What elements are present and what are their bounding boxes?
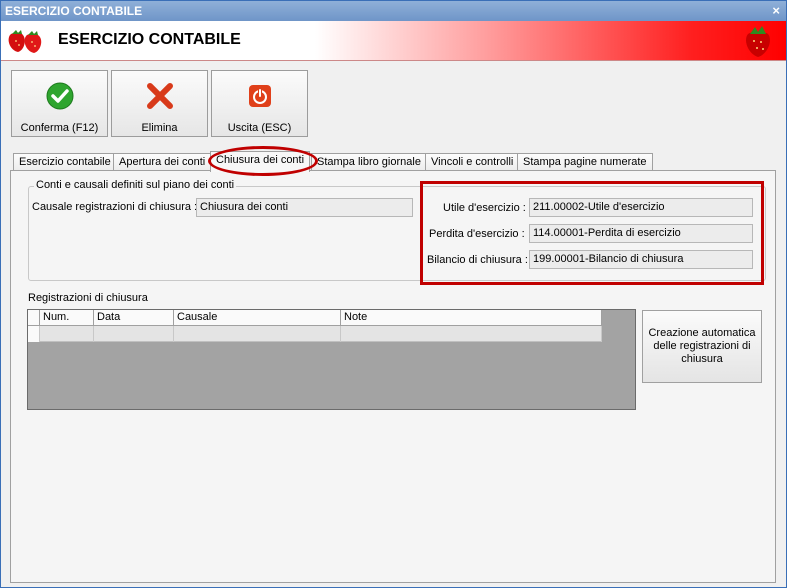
cell-causale[interactable] xyxy=(174,326,341,342)
tab-chiusura-dei-conti[interactable]: Chiusura dei conti xyxy=(210,151,311,172)
header-title: ESERCIZIO CONTABILE xyxy=(58,31,241,48)
title-bar: ESERCIZIO CONTABILE × xyxy=(1,1,786,21)
utile-field[interactable]: 211.00002-Utile d'esercizio xyxy=(529,198,753,217)
delete-label: Elimina xyxy=(141,122,178,134)
main-window: ESERCIZIO CONTABILE × ESERCIZIO CONTABIL… xyxy=(0,0,787,588)
cell-num[interactable] xyxy=(40,326,94,342)
red-x-icon xyxy=(147,83,173,109)
create-registrations-button[interactable]: Creazione automatica delle registrazioni… xyxy=(642,310,762,383)
exit-button[interactable]: Uscita (ESC) xyxy=(211,70,308,137)
check-circle-icon xyxy=(46,82,74,110)
power-icon xyxy=(249,85,271,107)
grid-row-selector-header xyxy=(28,310,40,326)
strawberry-logo-icon xyxy=(8,30,42,53)
grid-header: Num. Data Causale Note xyxy=(28,310,602,326)
column-header-num[interactable]: Num. xyxy=(40,310,94,326)
strawberry-icon xyxy=(746,26,770,57)
registrazioni-title: Registrazioni di chiusura xyxy=(28,292,148,304)
row-selector[interactable] xyxy=(28,326,40,342)
bilancio-field[interactable]: 199.00001-Bilancio di chiusura xyxy=(529,250,753,269)
table-row[interactable] xyxy=(28,326,602,342)
column-header-causale[interactable]: Causale xyxy=(174,310,341,326)
delete-button[interactable]: Elimina xyxy=(111,70,208,137)
column-header-note[interactable]: Note xyxy=(341,310,602,326)
column-header-data[interactable]: Data xyxy=(94,310,174,326)
window-title: ESERCIZIO CONTABILE xyxy=(5,4,143,18)
confirm-label: Conferma (F12) xyxy=(20,122,99,134)
cell-note[interactable] xyxy=(341,326,602,342)
close-icon[interactable]: × xyxy=(772,1,780,21)
perdita-label: Perdita d'esercizio : xyxy=(429,228,525,240)
cell-data[interactable] xyxy=(94,326,174,342)
causale-field[interactable]: Chiusura dei conti xyxy=(196,198,413,217)
perdita-field[interactable]: 114.00001-Perdita di esercizio xyxy=(529,224,753,243)
bilancio-label: Bilancio di chiusura : xyxy=(427,254,528,266)
utile-label: Utile d'esercizio : xyxy=(443,202,526,214)
header-banner: ESERCIZIO CONTABILE xyxy=(1,21,786,61)
registrazioni-grid[interactable]: Num. Data Causale Note xyxy=(27,309,636,410)
confirm-button[interactable]: Conferma (F12) xyxy=(11,70,108,137)
groupbox-legend: Conti e causali definiti sul piano dei c… xyxy=(34,179,237,191)
causale-label: Causale registrazioni di chiusura : xyxy=(32,201,198,213)
exit-label: Uscita (ESC) xyxy=(227,122,292,134)
